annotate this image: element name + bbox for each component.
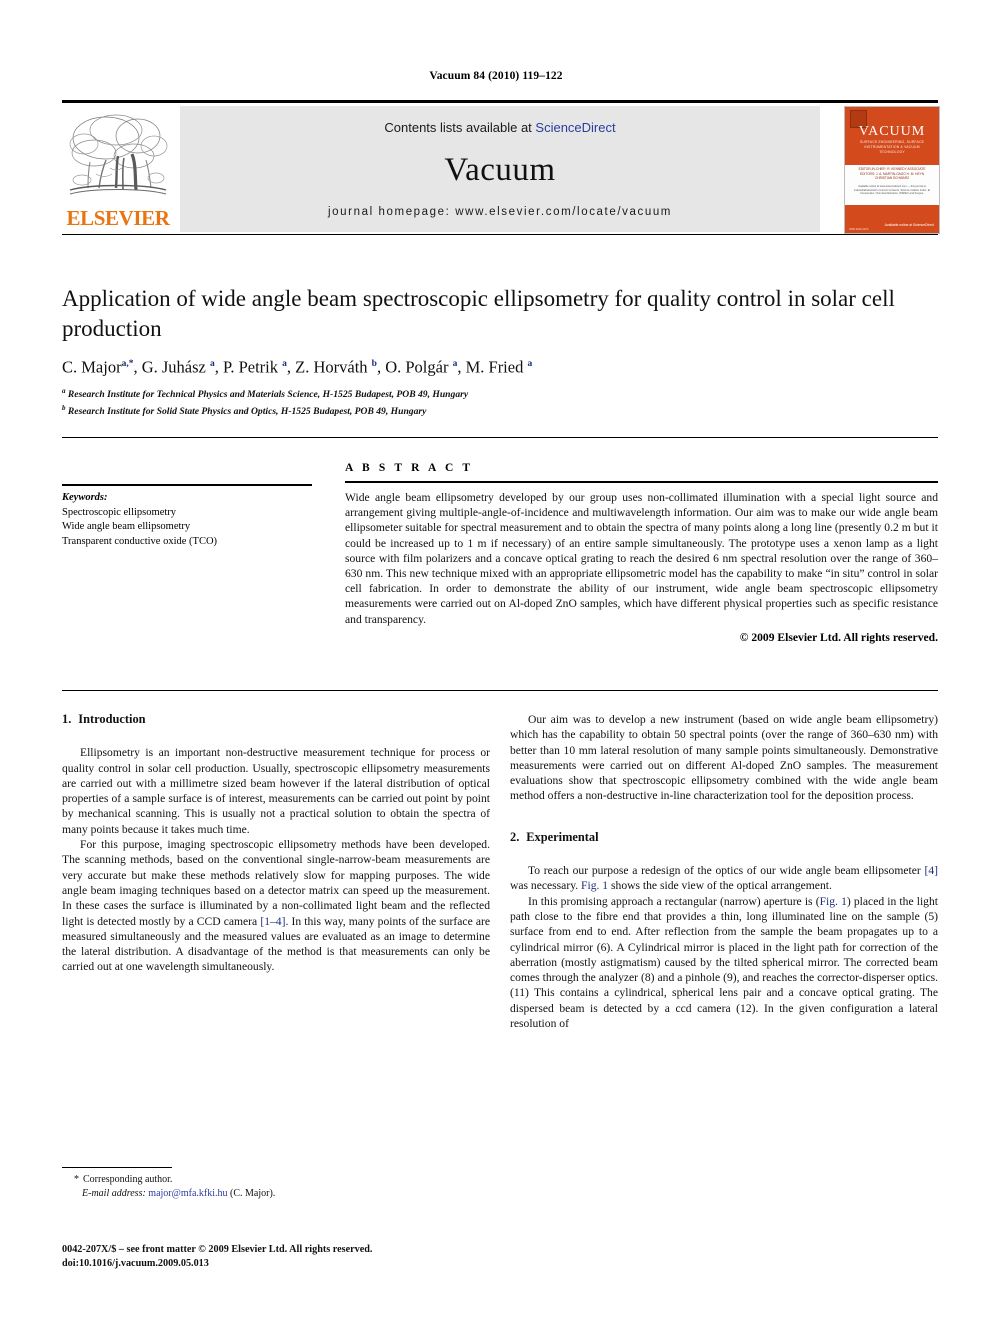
article-title: Application of wide angle beam spectrosc…: [62, 286, 895, 341]
figure-link[interactable]: Fig. 1: [581, 879, 608, 892]
abstract-zone-bottom-rule: [62, 690, 938, 691]
paragraph: Our aim was to develop a new instrument …: [510, 713, 938, 803]
cover-bottom-band: Available online at ScienceDirect ISSN 0…: [845, 205, 939, 233]
corresponding-author-text: Corresponding author.: [83, 1174, 173, 1185]
journal-article-page: Vacuum 84 (2010) 119–122 ELSEVIER Conten…: [0, 0, 992, 1323]
contents-prefix: Contents lists available at: [384, 120, 536, 135]
abstract-label: A B S T R A C T: [345, 462, 474, 474]
journal-homepage-link[interactable]: journal homepage: www.elsevier.com/locat…: [180, 206, 820, 218]
masthead-band: Contents lists available at ScienceDirec…: [180, 106, 820, 232]
section-number: 2.: [510, 829, 520, 844]
issn-front-matter: 0042-207X/$ – see front matter © 2009 El…: [62, 1244, 373, 1255]
paragraph: For this purpose, imaging spectroscopic …: [62, 838, 491, 974]
elsevier-logo: ELSEVIER: [62, 106, 174, 232]
affiliations: a Research Institute for Technical Physi…: [62, 385, 942, 418]
cover-blurb: Available online at www.sciencedirect.co…: [853, 185, 931, 196]
corresponding-author-marker: *: [74, 1174, 79, 1185]
cover-subtitle: SURFACE ENGINEERING, SURFACE INSTRUMENTA…: [859, 140, 925, 154]
journal-title: Vacuum: [444, 152, 556, 188]
citation-link[interactable]: [1–4]: [260, 915, 285, 928]
cover-middle-panel: EDITOR-IN-CHIEF: R. KENNEDY ASSOCIATE ED…: [845, 165, 939, 205]
abstract-rule: [345, 481, 938, 483]
abstract-copyright: © 2009 Elsevier Ltd. All rights reserved…: [739, 630, 938, 644]
cover-issn: ISSN 0042-207X: [849, 228, 869, 231]
cover-top-band: VACUUM SURFACE ENGINEERING, SURFACE INST…: [845, 107, 939, 165]
keyword-item: Transparent conductive oxide (TCO): [62, 535, 218, 547]
keywords-heading: Keywords:: [62, 492, 108, 503]
cover-editors: EDITOR-IN-CHIEF: R. KENNEDY ASSOCIATE ED…: [858, 167, 926, 181]
figure-link[interactable]: Fig. 1: [820, 895, 847, 908]
cover-journal-title: VACUUM: [858, 124, 926, 139]
affiliation-a-text: Research Institute for Technical Physics…: [67, 389, 469, 401]
sciencedirect-link[interactable]: ScienceDirect: [535, 120, 615, 135]
imprint-block: 0042-207X/$ – see front matter © 2009 El…: [62, 1243, 502, 1270]
keywords-block: Keywords: Spectroscopic ellipsometry Wid…: [62, 484, 312, 549]
masthead-bottom-rule: [62, 234, 938, 235]
email-note: E-mail address: major@mfa.kfki.hu (C. Ma…: [62, 1187, 490, 1201]
section-heading-introduction: 1. Introduction: [62, 712, 490, 727]
doi-line: doi:10.1016/j.vacuum.2009.05.013: [62, 1257, 209, 1269]
email-suffix: (C. Major).: [230, 1187, 276, 1199]
masthead: ELSEVIER Contents lists available at Sci…: [62, 100, 940, 235]
paragraph: Ellipsometry is an important non-destruc…: [62, 746, 490, 836]
affiliation-b: b Research Institute for Solid State Phy…: [62, 403, 427, 417]
footnote-block: * Corresponding author. E-mail address: m…: [62, 1173, 490, 1200]
section-title: Introduction: [78, 712, 146, 726]
elsevier-tree-icon: [69, 114, 168, 195]
keyword-item: Spectroscopic ellipsometry: [62, 506, 177, 518]
running-head: Vacuum 84 (2010) 119–122: [429, 70, 563, 82]
email-label: E-mail address:: [82, 1187, 146, 1199]
body-column-right: Our aim was to develop a new instrument …: [510, 712, 938, 1031]
journal-cover-thumbnail[interactable]: VACUUM SURFACE ENGINEERING, SURFACE INST…: [844, 106, 940, 234]
abstract-text: Wide angle beam ellipsometry developed b…: [345, 491, 938, 626]
cover-sciencedirect-logo: Available online at ScienceDirect: [884, 222, 934, 227]
paragraph: To reach our purpose a redesign of the o…: [510, 864, 938, 893]
elsevier-wordmark: ELSEVIER: [66, 206, 170, 230]
citation-link[interactable]: [4]: [924, 864, 938, 877]
abstract-zone-top-rule: [62, 437, 938, 438]
body-column-left: 1. Introduction Ellipsometry is an import…: [62, 712, 490, 975]
corresponding-author-note: * Corresponding author.: [62, 1173, 490, 1187]
keywords-rule: [62, 484, 312, 486]
masthead-top-rule: [62, 100, 938, 103]
author-list: C. Majora,*, G. Juhász a, P. Petrik a, Z…: [62, 357, 533, 377]
affiliation-a: a Research Institute for Technical Physi…: [62, 387, 469, 401]
paragraph: In this promising approach a rectangular…: [510, 894, 938, 1031]
footnote-rule: [62, 1167, 172, 1168]
email-link[interactable]: major@mfa.kfki.hu: [148, 1188, 227, 1199]
affiliation-b-text: Research Institute for Solid State Physi…: [67, 405, 427, 417]
abstract-block: A B S T R A C T Wide angle beam ellipsom…: [345, 462, 938, 645]
keyword-item: Wide angle beam ellipsometry: [62, 521, 191, 532]
section-heading-experimental: 2. Experimental: [510, 830, 938, 845]
contents-lists-line: Contents lists available at ScienceDirec…: [180, 120, 820, 135]
section-number: 1.: [62, 712, 72, 726]
section-title: Experimental: [526, 829, 599, 844]
